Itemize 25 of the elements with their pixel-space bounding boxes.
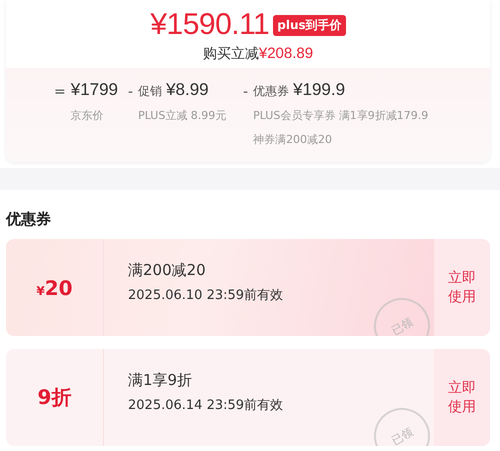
breakdown-note: PLUS会员专享券 满1享9折减179.9 xyxy=(253,108,428,124)
plus-price-badge: plus到手价 xyxy=(273,14,346,36)
breakdown-amount: ¥8.99 xyxy=(166,80,209,100)
final-price: ¥1590.11 xyxy=(150,8,270,42)
operator-sign: - xyxy=(128,83,134,102)
coupon-condition: 满1享9折 xyxy=(128,371,194,390)
coupon-value: ¥20 xyxy=(36,276,73,300)
operator-sign: = xyxy=(54,83,66,102)
coupon-value: 9折 xyxy=(38,384,72,411)
operator-sign: - xyxy=(243,83,248,102)
use-now-button[interactable]: 立即使用 xyxy=(434,239,490,336)
breakdown-amount: ¥1799 xyxy=(70,80,118,100)
breakdown-label: 促销 xyxy=(138,83,162,100)
saving-amount: ¥208.89 xyxy=(258,45,314,62)
breakdown-note: 神券满200减20 xyxy=(253,132,334,148)
breakdown-label: 优惠券 xyxy=(253,83,290,100)
coupon-validity: 2025.06.14 23:59前有效 xyxy=(128,397,284,414)
breakdown-note: PLUS立减 8.99元 xyxy=(138,108,226,124)
coupon-condition: 满200减20 xyxy=(128,261,207,280)
use-now-button[interactable]: 立即使用 xyxy=(434,349,490,446)
coupon-validity: 2025.06.10 23:59前有效 xyxy=(128,287,284,304)
saving-label: 购买立减 xyxy=(202,46,259,62)
section-title: 优惠券 xyxy=(6,210,52,229)
breakdown-note: 京东价 xyxy=(70,108,105,124)
breakdown-amount: ¥199.9 xyxy=(293,80,346,100)
